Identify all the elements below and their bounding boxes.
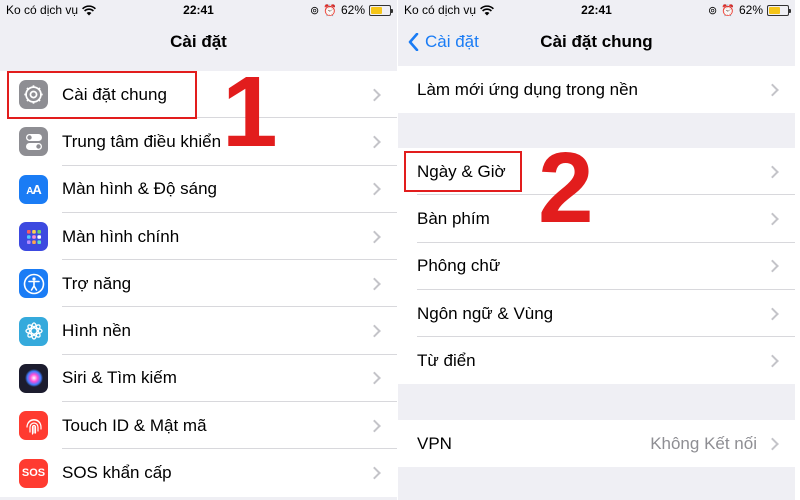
list-item-label: VPN	[417, 433, 452, 453]
alarm-icon: ⏰	[721, 4, 735, 17]
chevron-right-icon	[766, 354, 779, 368]
chevron-right-icon	[368, 466, 381, 480]
list-item-label: SOS khẩn cấp	[62, 463, 172, 483]
chevron-right-icon	[766, 259, 779, 273]
list-item[interactable]: Phông chữ	[398, 243, 795, 290]
chevron-left-icon	[408, 33, 419, 51]
chevron-right-icon	[368, 135, 381, 149]
chevron-right-icon	[368, 88, 381, 102]
status-bar: Ko có dịch vụ 22:41 ⊚ ⏰ 62%	[398, 0, 795, 20]
nav-bar: Cài đặt Cài đặt chung	[398, 20, 795, 64]
list-item-label: Trung tâm điều khiển	[62, 131, 222, 151]
home-grid-icon	[19, 222, 48, 252]
battery-percent: 62%	[340, 3, 365, 17]
nav-bar: Cài đặt	[0, 20, 397, 64]
list-item[interactable]: VPN Không Kết nối	[398, 420, 795, 467]
chevron-right-icon	[368, 277, 381, 291]
step-number-2: 2	[538, 132, 594, 244]
list-item[interactable]: Trung tâm điều khiển	[0, 118, 397, 166]
highlight-box-date-time	[404, 151, 522, 192]
list-item-label: Touch ID & Mật mã	[62, 415, 207, 435]
list-item-label: Màn hình & Độ sáng	[62, 179, 217, 199]
chevron-right-icon	[368, 419, 381, 433]
list-item-label: Phông chữ	[417, 256, 501, 276]
list-item[interactable]: Ngôn ngữ & Vùng	[398, 290, 795, 338]
list-item-label: Ngôn ngữ & Vùng	[417, 303, 554, 323]
list-item-label: Hình nền	[62, 321, 131, 341]
chevron-right-icon	[766, 212, 779, 226]
orientation-lock-icon: ⊚	[708, 4, 718, 17]
list-item[interactable]: Bàn phím	[398, 195, 795, 243]
list-item[interactable]: Trợ năng	[0, 260, 397, 308]
list-item-label: Siri & Tìm kiếm	[62, 368, 177, 388]
fingerprint-icon	[19, 411, 48, 441]
chevron-right-icon	[368, 230, 381, 243]
battery-fill	[769, 6, 781, 14]
settings-list: Cài đặt chung Trung tâm điều khiển AA Màn h…	[0, 71, 397, 497]
chevron-right-icon	[766, 83, 779, 97]
list-item[interactable]: Touch ID & Mật mã	[0, 402, 397, 450]
orientation-lock-icon: ⊚	[310, 4, 320, 17]
list-item[interactable]: AA Màn hình & Độ sáng	[0, 166, 397, 213]
chevron-right-icon	[368, 324, 381, 338]
highlight-box-general	[7, 71, 197, 119]
list-item-value: Không Kết nối	[650, 433, 757, 453]
back-label: Cài đặt	[425, 32, 479, 51]
battery-icon	[369, 4, 393, 16]
alarm-icon: ⏰	[323, 4, 337, 17]
chevron-right-icon	[766, 165, 779, 179]
page-title: Cài đặt chung	[540, 32, 653, 51]
chevron-right-icon	[368, 372, 381, 385]
list-item[interactable]: Màn hình chính	[0, 213, 397, 261]
list-item[interactable]: Hình nền	[0, 307, 397, 355]
back-button[interactable]: Cài đặt	[408, 20, 479, 64]
sos-icon: SOS	[19, 458, 48, 488]
list-item[interactable]: Từ điển	[398, 337, 795, 384]
status-bar: Ko có dịch vụ 22:41 ⊚ ⏰ 62%	[0, 0, 397, 20]
settings-group-background: Làm mới ứng dụng trong nền	[398, 66, 795, 114]
settings-screen: Ko có dịch vụ 22:41 ⊚ ⏰ 62% Cài đặt Cài …	[0, 0, 397, 500]
list-item[interactable]: SOS SOS khẩn cấp	[0, 449, 397, 496]
toggles-icon	[19, 127, 48, 157]
list-item-label: Màn hình chính	[62, 226, 180, 246]
accessibility-icon	[19, 269, 48, 299]
list-item-label: Từ điển	[417, 350, 476, 370]
page-title: Cài đặt	[170, 32, 227, 51]
list-item-label: Trợ năng	[62, 273, 132, 293]
battery-percent: 62%	[738, 3, 763, 17]
chevron-right-icon	[368, 182, 381, 196]
list-item-label: Làm mới ứng dụng trong nền	[417, 79, 638, 99]
flower-icon	[19, 316, 48, 346]
chevron-right-icon	[766, 307, 779, 320]
chevron-right-icon	[766, 437, 779, 451]
general-settings-screen: Ko có dịch vụ 22:41 ⊚ ⏰ 62% Cài đặt Cài …	[398, 0, 795, 500]
battery-fill	[371, 6, 383, 14]
settings-group-vpn: VPN Không Kết nối	[398, 420, 795, 468]
siri-icon	[19, 363, 48, 393]
text-size-icon: AA	[19, 174, 48, 204]
step-number-1: 1	[222, 56, 278, 168]
list-item[interactable]: Làm mới ứng dụng trong nền	[398, 66, 795, 113]
battery-icon	[767, 4, 791, 16]
list-item[interactable]: Siri & Tìm kiếm	[0, 355, 397, 403]
list-item-label: Bàn phím	[417, 208, 490, 228]
